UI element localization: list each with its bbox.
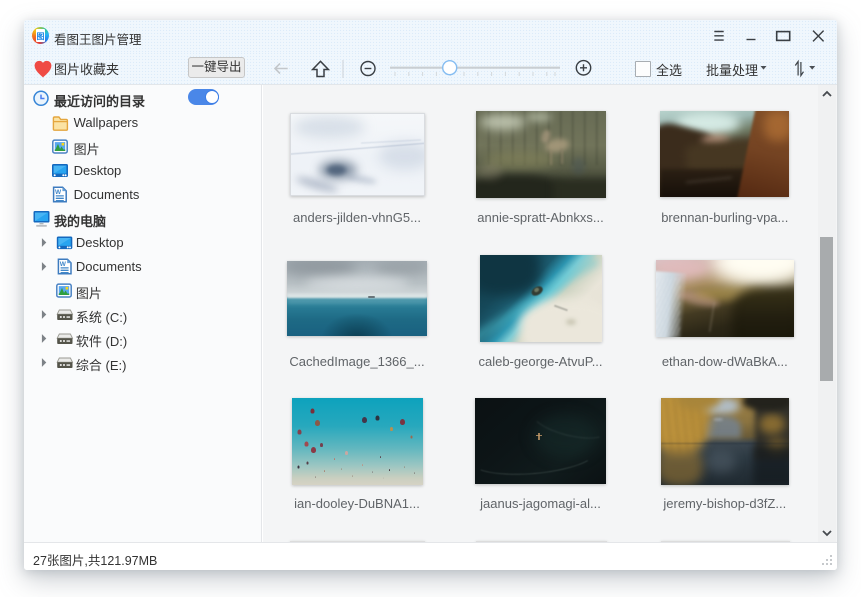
svg-text:W: W [55, 189, 62, 196]
svg-text:W: W [60, 261, 67, 268]
